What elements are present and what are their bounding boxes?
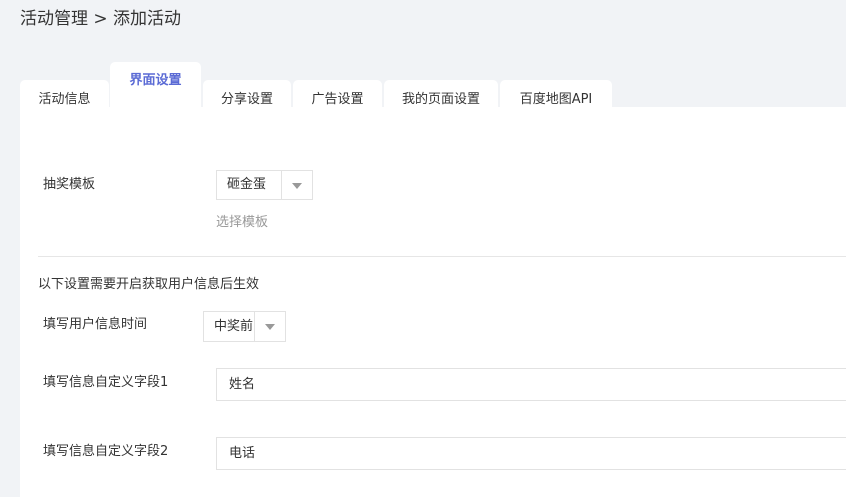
tab-ui-settings[interactable]: 界面设置 [110,62,201,112]
custom-field2-label: 填写信息自定义字段2 [43,444,169,459]
settings-panel: 抽奖模板 砸金蛋 选择模板 以下设置需要开启获取用户信息后生效 填写用户信息时间… [20,107,846,497]
tab-share-settings[interactable]: 分享设置 [203,80,291,108]
fill-time-select-toggle[interactable] [254,312,285,341]
template-hint: 选择模板 [216,215,269,230]
fill-time-label: 填写用户信息时间 [43,317,148,332]
tab-baidu-map-api[interactable]: 百度地图API [500,80,612,108]
template-select-value: 砸金蛋 [227,177,267,192]
custom-field1-input[interactable]: 姓名 [216,368,846,401]
chevron-down-icon [292,183,302,189]
section-divider [38,256,846,257]
fill-time-select[interactable]: 中奖前 [203,311,286,342]
template-select[interactable]: 砸金蛋 [216,170,313,200]
custom-field1-label: 填写信息自定义字段1 [43,375,169,390]
tab-my-page-settings[interactable]: 我的页面设置 [384,80,498,108]
template-select-toggle[interactable] [281,171,312,199]
chevron-down-icon [265,324,275,330]
tab-activity-info[interactable]: 活动信息 [20,80,109,108]
fill-time-select-value: 中奖前 [214,319,254,334]
tab-ad-settings[interactable]: 广告设置 [293,80,382,108]
custom-field2-input[interactable]: 电话 [216,437,846,470]
tab-bar: 活动信息 界面设置 分享设置 广告设置 我的页面设置 百度地图API [20,62,846,112]
template-label: 抽奖模板 [43,177,96,192]
user-info-notice: 以下设置需要开启获取用户信息后生效 [38,277,260,292]
breadcrumb: 活动管理 > 添加活动 [20,9,182,29]
